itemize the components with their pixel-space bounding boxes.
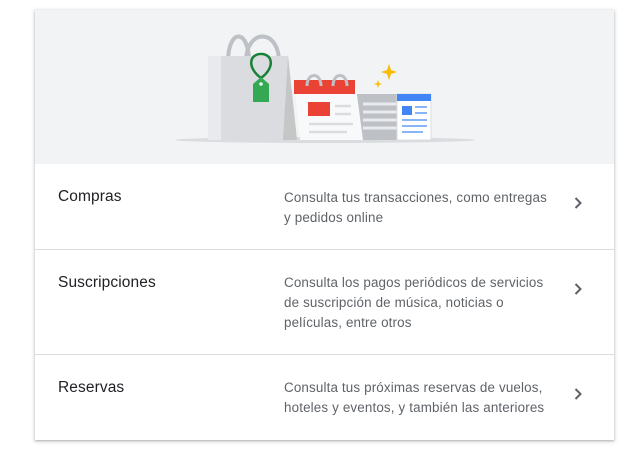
purchases-card: Compras Consulta tus transacciones, como… [35,10,614,440]
shopping-bag-icon [208,34,297,140]
hero-banner [35,10,614,164]
row-description: Consulta tus transacciones, como entrega… [284,190,547,225]
list-item-compras[interactable]: Compras Consulta tus transacciones, como… [35,164,614,250]
chevron-right-icon[interactable] [571,196,585,210]
chevron-right-icon[interactable] [571,282,585,296]
sparkle-icon [374,64,397,88]
hero-illustration [175,34,475,143]
row-description: Consulta tus próximas reservas de vuelos… [284,380,545,415]
calendar-icon [294,74,363,140]
row-title: Reservas [58,379,125,396]
row-title: Compras [58,188,122,205]
row-description: Consulta los pagos periódicos de servici… [284,275,544,330]
chevron-right-icon[interactable] [571,387,585,401]
newspaper-icon [396,93,432,141]
row-title: Suscripciones [58,274,156,291]
list-item-suscripciones[interactable]: Suscripciones Consulta los pagos periódi… [35,250,614,355]
list-item-reservas[interactable]: Reservas Consulta tus próximas reservas … [35,355,614,440]
